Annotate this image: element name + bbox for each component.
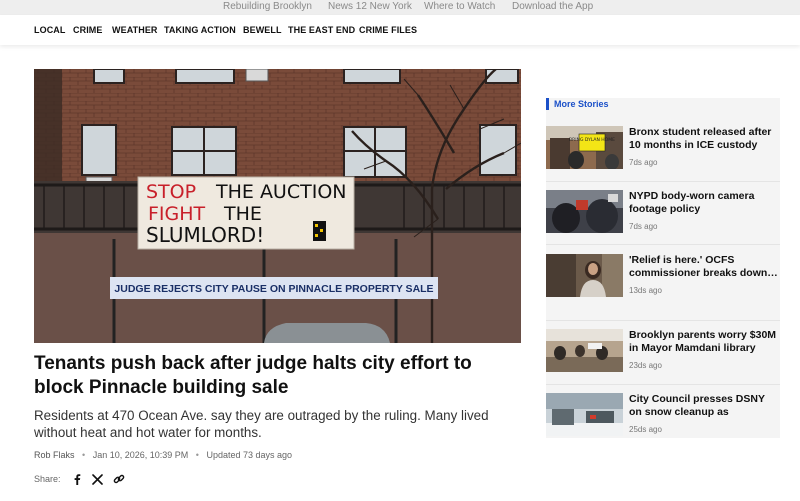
story-title[interactable]: Bronx student released after 10 months i…: [629, 126, 780, 152]
nav-item-weather[interactable]: WEATHER: [112, 25, 158, 35]
story-age: 7ds ago: [629, 158, 658, 167]
main-navigation: LOCAL CRIME WEATHER TAKING ACTION BEWELL…: [0, 15, 800, 45]
story-title[interactable]: 'Relief is here.' OCFS commissioner brea…: [629, 254, 780, 280]
thumb-sign-text: BRING DYLAN HOME: [569, 137, 615, 143]
story-age: 7ds ago: [629, 222, 658, 231]
author-name[interactable]: Rob Flaks: [34, 450, 75, 460]
story-title[interactable]: NYPD body-worn camera footage policy sta…: [629, 190, 780, 216]
nav-item-local[interactable]: LOCAL: [34, 25, 66, 35]
story-title[interactable]: Brooklyn parents worry $30M in Mayor Mam…: [629, 329, 780, 355]
nav-item-the-east-end[interactable]: THE EAST END: [288, 25, 355, 35]
publish-date: Jan 10, 2026, 10:39 PM: [92, 450, 189, 460]
article-byline: Rob Flaks • Jan 10, 2026, 10:39 PM • Upd…: [34, 450, 292, 460]
banner-word-the: THE: [223, 203, 262, 225]
x-icon[interactable]: [92, 473, 104, 485]
banner-word-stop: STOP: [146, 181, 196, 203]
utility-link-rebuilding-brooklyn[interactable]: Rebuilding Brooklyn: [223, 0, 312, 13]
link-icon[interactable]: [113, 473, 125, 485]
nav-item-crime[interactable]: CRIME: [73, 25, 103, 35]
story-age: 25ds ago: [629, 425, 662, 434]
nav-item-taking-action[interactable]: TAKING ACTION: [164, 25, 236, 35]
lower-third-caption: JUDGE REJECTS CITY PAUSE ON PINNACLE PRO…: [110, 277, 438, 299]
banner-words-the-auction: THE AUCTION: [215, 181, 347, 203]
story-divider: [546, 384, 780, 385]
nav-item-crime-files[interactable]: CRIME FILES: [359, 25, 417, 35]
byline-separator: •: [82, 450, 86, 460]
more-stories-panel: More Stories BRING DYLAN HOME Bronx stud…: [546, 98, 780, 438]
story-thumbnail[interactable]: [546, 393, 623, 436]
article-headline: Tenants push back after judge halts city…: [34, 353, 472, 398]
utility-link-where-to-watch[interactable]: Where to Watch: [424, 0, 495, 13]
share-label: Share:: [34, 474, 61, 484]
facebook-icon[interactable]: [71, 473, 83, 485]
utility-link-download-app[interactable]: Download the App: [512, 0, 593, 13]
more-stories-title: More Stories: [546, 98, 609, 110]
story-age: 13ds ago: [629, 286, 662, 295]
protest-banner: STOP THE AUCTION FIGHT THE SLUMLORD!: [137, 176, 355, 250]
share-bar: Share:: [34, 472, 134, 486]
article-dek: Residents at 470 Ocean Ave. say they are…: [34, 408, 489, 440]
story-divider: [546, 320, 780, 321]
byline-separator: •: [195, 450, 199, 460]
story-thumbnail[interactable]: [546, 329, 623, 372]
story-divider: [546, 181, 780, 182]
hero-image[interactable]: STOP THE AUCTION FIGHT THE SLUMLORD! JUD…: [34, 69, 521, 343]
utility-link-news12-new-york[interactable]: News 12 New York: [328, 0, 412, 13]
utility-bar: Rebuilding Brooklyn News 12 New York Whe…: [0, 0, 800, 15]
nav-item-bewell[interactable]: BEWELL: [243, 25, 282, 35]
story-divider: [546, 244, 780, 245]
story-thumbnail[interactable]: [546, 254, 623, 297]
story-thumbnail[interactable]: BRING DYLAN HOME: [546, 126, 623, 169]
banner-word-slumlord: SLUMLORD!: [146, 223, 264, 247]
story-thumbnail[interactable]: [546, 190, 623, 233]
story-title[interactable]: City Council presses DSNY on snow cleanu…: [629, 393, 780, 419]
story-age: 23ds ago: [629, 361, 662, 370]
banner-word-fight: FIGHT: [148, 203, 206, 225]
updated-time: Updated 73 days ago: [206, 450, 293, 460]
svg-text:JUDGE REJECTS CITY PAUSE ON PI: JUDGE REJECTS CITY PAUSE ON PINNACLE PRO…: [114, 283, 433, 295]
